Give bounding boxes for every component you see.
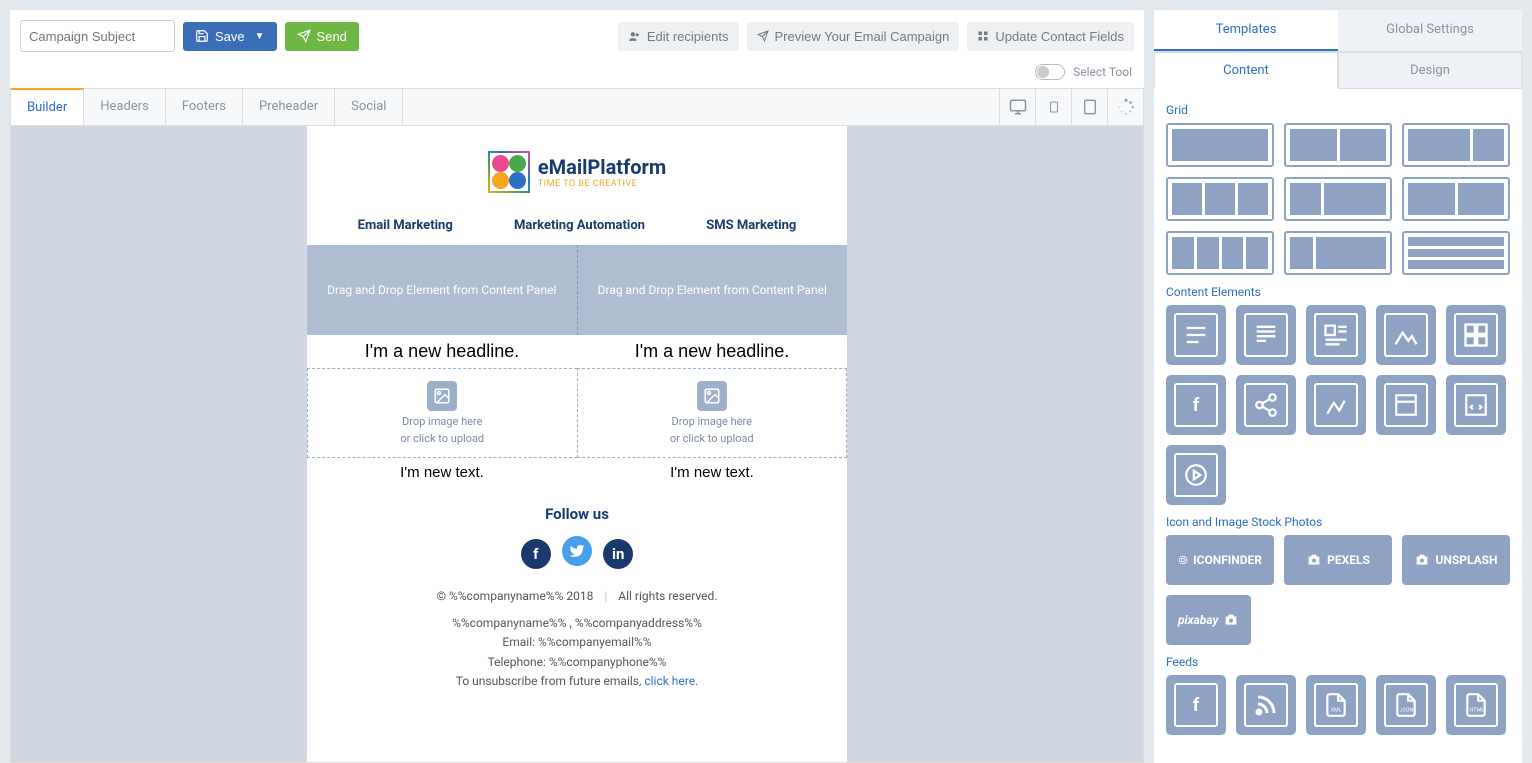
desktop-icon	[1008, 98, 1028, 116]
linkedin-icon[interactable]: in	[603, 539, 633, 569]
tablet-icon	[1082, 98, 1098, 116]
logo-block[interactable]: eMailPlatform TIME TO BE CREATIVE	[307, 126, 847, 208]
section-stock: Icon and Image Stock Photos	[1166, 515, 1510, 529]
caret-down-icon: ▼	[255, 31, 265, 42]
grid-2col[interactable]	[1284, 123, 1392, 167]
send-icon	[757, 30, 769, 42]
image-dropzone[interactable]: Drop image here or click to upload	[307, 368, 577, 458]
follow-us-heading[interactable]: Follow us	[307, 487, 847, 531]
section-feeds: Feeds	[1166, 655, 1510, 669]
feed-html[interactable]: HTML	[1446, 675, 1506, 735]
iconfinder-icon	[1178, 552, 1188, 568]
facebook-icon[interactable]: f	[521, 539, 551, 569]
subtab-design[interactable]: Design	[1338, 52, 1522, 89]
headline-text[interactable]: I'm a new headline.	[307, 335, 577, 368]
spinner-icon	[1117, 98, 1135, 116]
content-dropzone[interactable]: Drag and Drop Element from Content Panel	[578, 245, 848, 335]
edit-recipients-button[interactable]: Edit recipients	[618, 22, 739, 51]
element-video[interactable]	[1166, 445, 1226, 505]
logo-icon	[488, 151, 530, 193]
grid-1-1[interactable]	[1402, 177, 1510, 221]
feed-xml[interactable]: XML	[1306, 675, 1366, 735]
subtab-content[interactable]: Content	[1154, 52, 1338, 89]
tab-global-settings[interactable]: Global Settings	[1338, 10, 1522, 51]
mobile-icon	[1048, 98, 1060, 116]
feed-facebook[interactable]: f	[1166, 675, 1226, 735]
image-icon	[697, 381, 727, 411]
section-grid: Grid	[1166, 103, 1510, 117]
svg-text:JSON: JSON	[1400, 708, 1414, 714]
send-button[interactable]: Send	[285, 22, 359, 51]
select-tool-toggle[interactable]	[1035, 64, 1065, 80]
element-chart[interactable]	[1306, 375, 1366, 435]
section-content-elements: Content Elements	[1166, 285, 1510, 299]
feed-rss[interactable]	[1236, 675, 1296, 735]
send-icon	[297, 29, 311, 43]
element-text-image[interactable]	[1306, 305, 1366, 365]
grid-rows[interactable]	[1402, 231, 1510, 275]
element-facebook[interactable]: f	[1166, 375, 1226, 435]
nav-sms-marketing[interactable]: SMS Marketing	[706, 218, 796, 233]
email-canvas[interactable]: eMailPlatform TIME TO BE CREATIVE Email …	[307, 126, 847, 762]
element-share[interactable]	[1236, 375, 1296, 435]
content-dropzone[interactable]: Drag and Drop Element from Content Panel	[307, 245, 578, 335]
feed-json[interactable]: JSON	[1376, 675, 1436, 735]
unsubscribe-link[interactable]: click here	[644, 674, 695, 688]
text-block[interactable]: I'm new text.	[307, 458, 577, 487]
nav-marketing-automation[interactable]: Marketing Automation	[514, 218, 645, 233]
select-tool-label: Select Tool	[1073, 65, 1132, 79]
device-mobile-button[interactable]	[1035, 89, 1071, 125]
footer-block[interactable]: © %%companyname%% 2018 | All rights rese…	[307, 583, 847, 715]
element-image[interactable]	[1376, 305, 1436, 365]
save-button[interactable]: Save ▼	[183, 22, 277, 51]
text-block[interactable]: I'm new text.	[577, 458, 847, 487]
tab-headers[interactable]: Headers	[84, 89, 166, 125]
grid-3col[interactable]	[1166, 177, 1274, 221]
camera-icon	[1306, 552, 1322, 568]
grid-1col[interactable]	[1166, 123, 1274, 167]
camera-icon	[1223, 612, 1239, 628]
users-icon	[628, 30, 641, 43]
image-dropzone[interactable]: Drop image here or click to upload	[577, 368, 848, 458]
image-icon	[427, 381, 457, 411]
grid-2col-left[interactable]	[1402, 123, 1510, 167]
tab-footers[interactable]: Footers	[166, 89, 243, 125]
update-contact-fields-button[interactable]: Update Contact Fields	[967, 22, 1134, 51]
stock-unsplash[interactable]: UNSPLASH	[1402, 535, 1510, 585]
element-text[interactable]	[1166, 305, 1226, 365]
svg-text:XML: XML	[1331, 708, 1342, 714]
nav-email-marketing[interactable]: Email Marketing	[358, 218, 453, 233]
grid-4col[interactable]	[1166, 231, 1274, 275]
element-html[interactable]	[1446, 375, 1506, 435]
grid-icon	[977, 30, 989, 42]
save-icon	[195, 29, 209, 43]
element-gallery[interactable]	[1446, 305, 1506, 365]
grid-header-body[interactable]	[1284, 231, 1392, 275]
stock-iconfinder[interactable]: ICONFINDER	[1166, 535, 1274, 585]
tab-social[interactable]: Social	[335, 89, 403, 125]
element-heading[interactable]	[1236, 305, 1296, 365]
grid-2col-right[interactable]	[1284, 177, 1392, 221]
twitter-icon[interactable]	[562, 536, 592, 566]
stock-pexels[interactable]: PEXELS	[1284, 535, 1392, 585]
camera-icon	[1414, 552, 1430, 568]
device-desktop-button[interactable]	[999, 89, 1035, 125]
loading-button[interactable]	[1107, 89, 1143, 125]
svg-text:HTML: HTML	[1470, 708, 1485, 714]
headline-text[interactable]: I'm a new headline.	[577, 335, 847, 368]
tab-templates[interactable]: Templates	[1154, 10, 1338, 51]
preview-button[interactable]: Preview Your Email Campaign	[747, 22, 960, 51]
campaign-subject-input[interactable]	[20, 20, 175, 52]
stock-pixabay[interactable]: pixabay	[1166, 595, 1251, 645]
tab-builder[interactable]: Builder	[11, 88, 84, 125]
tab-preheader[interactable]: Preheader	[243, 89, 335, 125]
device-tablet-button[interactable]	[1071, 89, 1107, 125]
element-button[interactable]	[1376, 375, 1436, 435]
